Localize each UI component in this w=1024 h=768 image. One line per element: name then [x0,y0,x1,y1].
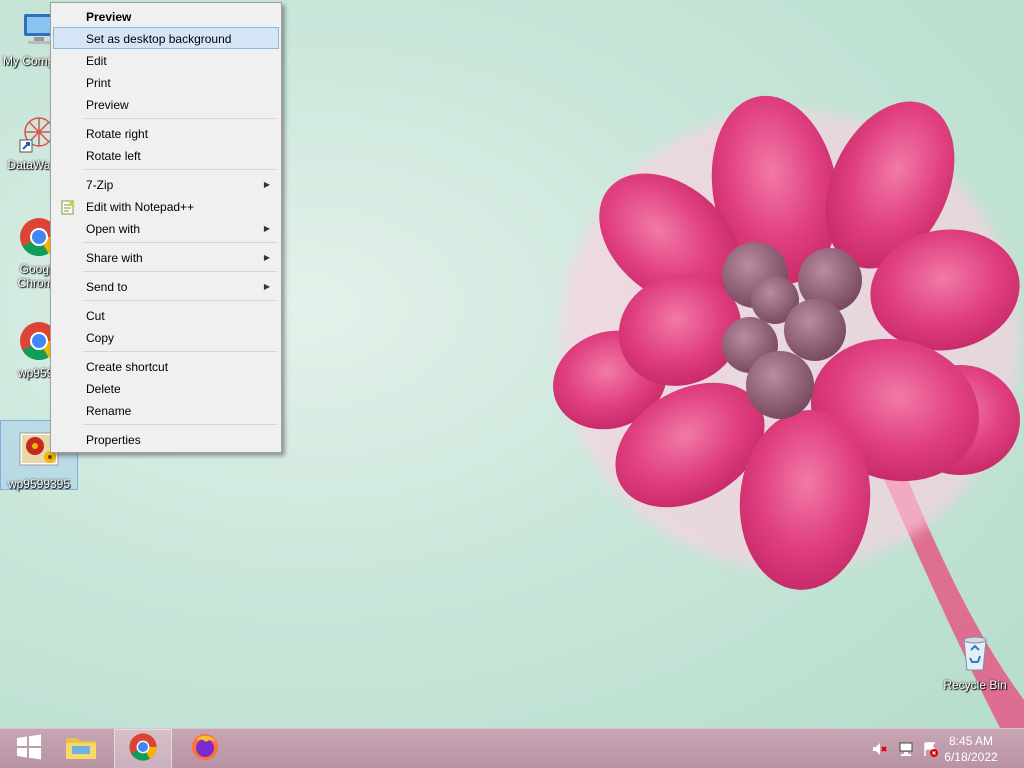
menu-item-print[interactable]: Print [53,71,279,93]
menu-item-set-desktop-background[interactable]: Set as desktop background [53,27,279,49]
menu-separator [83,424,277,425]
menu-item-rename[interactable]: Rename [53,399,279,421]
menu-item-edit[interactable]: Edit [53,49,279,71]
menu-item-label: Preview [86,98,129,112]
menu-item-label: Rotate right [86,127,149,141]
taskbar-file-explorer[interactable] [52,729,110,768]
menu-item-delete[interactable]: Delete [53,377,279,399]
start-icon [16,734,42,764]
menu-item-send-to[interactable]: Send to ▶ [53,275,279,297]
menu-item-7zip[interactable]: 7-Zip ▶ [53,173,279,195]
desktop-icon-label: Recycle Bin [943,678,1007,692]
recycle-bin-icon [954,632,996,674]
system-clock[interactable]: 8:45 AM 6/18/2022 [936,733,1006,765]
menu-item-label: Send to [86,280,128,294]
menu-separator [83,351,277,352]
menu-item-label: Rename [86,404,132,418]
menu-item-cut[interactable]: Cut [53,304,279,326]
menu-item-label: Edit with Notepad++ [86,200,195,214]
submenu-arrow-icon: ▶ [263,180,270,189]
menu-separator [83,242,277,243]
menu-item-label: Delete [86,382,121,396]
chrome-icon [128,732,158,766]
menu-item-label: Open with [86,222,141,236]
menu-item-label: Create shortcut [86,360,169,374]
volume-muted-icon[interactable] [872,741,888,757]
start-button[interactable] [0,729,58,768]
network-icon[interactable] [898,741,914,757]
taskbar: 8:45 AM 6/18/2022 [0,728,1024,768]
menu-item-properties[interactable]: Properties [53,428,279,450]
menu-separator [83,169,277,170]
taskbar-chrome[interactable] [114,729,172,768]
firefox-icon [190,732,220,766]
menu-item-open-with[interactable]: Open with ▶ [53,217,279,239]
menu-item-label: Properties [86,433,141,447]
menu-separator [83,300,277,301]
menu-item-label: Print [86,76,111,90]
menu-item-rotate-right[interactable]: Rotate right [53,122,279,144]
menu-item-label: Rotate left [86,149,141,163]
menu-separator [83,118,277,119]
menu-item-label: 7-Zip [86,178,114,192]
notepad-plus-plus-icon [60,199,76,215]
menu-item-preview[interactable]: Preview [53,93,279,115]
file-explorer-icon [64,732,98,766]
clock-date: 6/18/2022 [944,750,998,764]
menu-item-rotate-left[interactable]: Rotate left [53,144,279,166]
submenu-arrow-icon: ▶ [263,224,270,233]
menu-item-preview-default[interactable]: Preview [53,5,279,27]
context-menu: Preview Set as desktop background Edit P… [50,2,282,453]
menu-item-label: Share with [86,251,143,265]
menu-item-label: Edit [86,54,107,68]
menu-separator [83,271,277,272]
submenu-arrow-icon: ▶ [263,282,270,291]
menu-item-label: Set as desktop background [86,32,232,46]
desktop-icon-label: wp9599395 [7,477,71,491]
submenu-arrow-icon: ▶ [263,253,270,262]
desktop-icon-recycle-bin[interactable]: Recycle Bin [936,632,1014,692]
menu-item-edit-notepadpp[interactable]: Edit with Notepad++ [53,195,279,217]
clock-time: 8:45 AM [948,734,994,748]
menu-item-share-with[interactable]: Share with ▶ [53,246,279,268]
menu-item-create-shortcut[interactable]: Create shortcut [53,355,279,377]
menu-item-label: Copy [86,331,115,345]
menu-item-label: Cut [86,309,105,323]
taskbar-firefox[interactable] [176,729,234,768]
menu-item-copy[interactable]: Copy [53,326,279,348]
menu-item-label: Preview [86,10,132,24]
